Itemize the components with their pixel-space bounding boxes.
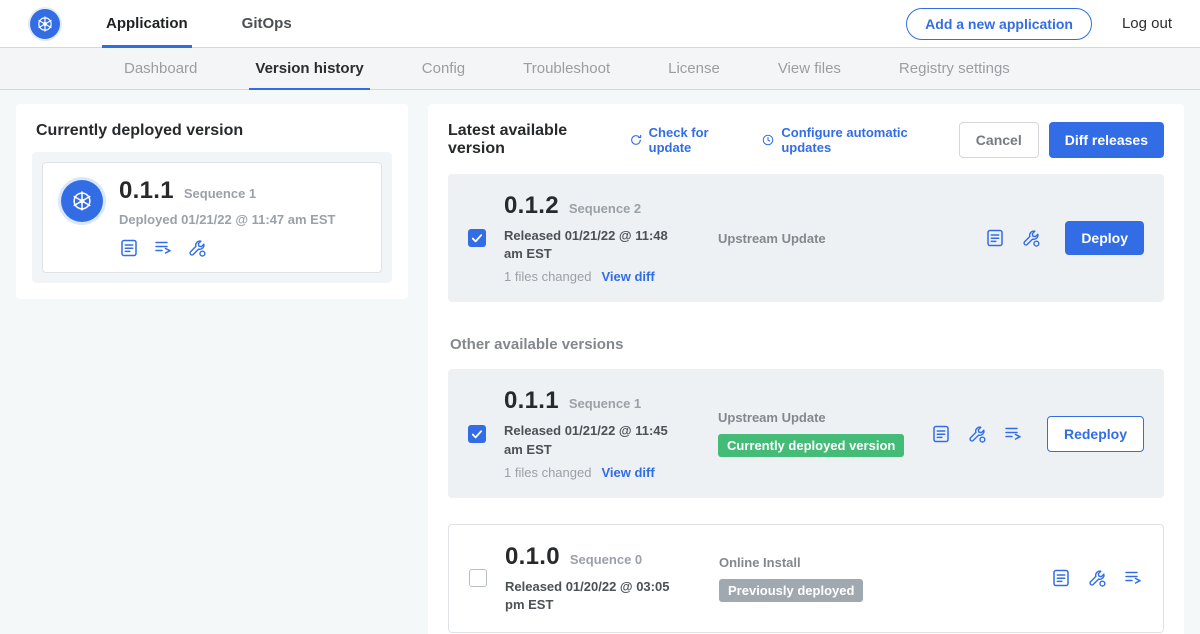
view-logs-icon[interactable]: [1003, 424, 1023, 444]
subnav-view-files[interactable]: View files: [772, 48, 847, 89]
subnav-registry-settings[interactable]: Registry settings: [893, 48, 1016, 89]
configure-automatic-updates-label: Configure automatic updates: [781, 125, 938, 155]
version-number: 0.1.2: [504, 192, 559, 220]
check-for-update-link[interactable]: Check for update: [629, 125, 742, 155]
configure-automatic-updates-link[interactable]: Configure automatic updates: [761, 125, 938, 155]
check-for-update-label: Check for update: [649, 125, 742, 155]
topnav-tabs: Application GitOps: [102, 0, 342, 47]
version-checkbox[interactable]: [468, 229, 486, 247]
version-source-label: Upstream Update: [718, 410, 931, 425]
edit-config-icon[interactable]: [187, 238, 207, 258]
version-checkbox[interactable]: [468, 425, 486, 443]
sequence-label: Sequence 0: [570, 552, 642, 567]
top-navbar: Application GitOps Add a new application…: [0, 0, 1200, 48]
latest-version-header: Latest available version Check for updat…: [448, 122, 1164, 158]
deployed-sequence-label: Sequence 1: [184, 186, 256, 201]
release-notes-icon[interactable]: [985, 228, 1005, 248]
currently-deployed-panel: Currently deployed version 0.1.1 Sequenc…: [16, 104, 408, 299]
view-logs-icon[interactable]: [153, 238, 173, 258]
deployed-version-box: 0.1.1 Sequence 1 Deployed 01/21/22 @ 11:…: [32, 152, 392, 283]
diff-releases-button[interactable]: Diff releases: [1049, 122, 1164, 158]
edit-config-icon[interactable]: [1087, 568, 1107, 588]
clock-icon: [761, 132, 775, 148]
version-row: 0.1.1 Sequence 1 Released 01/21/22 @ 11:…: [448, 369, 1164, 497]
main-content: Currently deployed version 0.1.1 Sequenc…: [0, 90, 1200, 633]
subnav-version-history[interactable]: Version history: [249, 48, 369, 89]
view-diff-link[interactable]: View diff: [601, 465, 654, 480]
version-number: 0.1.1: [504, 387, 559, 415]
version-source-label: Online Install: [719, 555, 1051, 570]
version-checkbox[interactable]: [469, 569, 487, 587]
app-subnav: Dashboard Version history Config Trouble…: [0, 48, 1200, 90]
version-number: 0.1.0: [505, 543, 560, 571]
currently-deployed-badge: Currently deployed version: [718, 434, 904, 457]
release-notes-icon[interactable]: [1051, 568, 1071, 588]
sequence-label: Sequence 2: [569, 201, 641, 216]
tab-gitops[interactable]: GitOps: [238, 0, 296, 47]
version-source-label: Upstream Update: [718, 231, 985, 246]
previously-deployed-badge: Previously deployed: [719, 579, 863, 602]
edit-config-icon[interactable]: [967, 424, 987, 444]
deployed-timestamp: Deployed 01/21/22 @ 11:47 am EST: [119, 212, 335, 227]
deployed-version-number: 0.1.1: [119, 177, 174, 205]
release-notes-icon[interactable]: [119, 238, 139, 258]
deployed-version-card: 0.1.1 Sequence 1 Deployed 01/21/22 @ 11:…: [42, 162, 382, 273]
kubernetes-logo-icon: [30, 9, 60, 39]
version-history-panel: Latest available version Check for updat…: [428, 104, 1184, 634]
version-row: 0.1.2 Sequence 2 Released 01/21/22 @ 11:…: [448, 174, 1164, 302]
edit-config-icon[interactable]: [1021, 228, 1041, 248]
redeploy-button[interactable]: Redeploy: [1047, 416, 1144, 452]
view-logs-icon[interactable]: [1123, 568, 1143, 588]
subnav-config[interactable]: Config: [416, 48, 471, 89]
logout-link[interactable]: Log out: [1122, 15, 1172, 32]
released-timestamp: Released 01/20/22 @ 03:05 pm EST: [505, 578, 687, 614]
latest-version-title: Latest available version: [448, 122, 607, 158]
subnav-troubleshoot[interactable]: Troubleshoot: [517, 48, 616, 89]
files-changed-label: 1 files changed: [504, 269, 591, 284]
released-timestamp: Released 01/21/22 @ 11:48 am EST: [504, 227, 686, 263]
deploy-button[interactable]: Deploy: [1065, 221, 1144, 255]
cancel-button[interactable]: Cancel: [959, 122, 1039, 158]
deployed-panel-title: Currently deployed version: [36, 122, 392, 140]
release-notes-icon[interactable]: [931, 424, 951, 444]
released-timestamp: Released 01/21/22 @ 11:45 am EST: [504, 422, 686, 458]
view-diff-link[interactable]: View diff: [601, 269, 654, 284]
refresh-icon: [629, 132, 643, 148]
sequence-label: Sequence 1: [569, 396, 641, 411]
subnav-license[interactable]: License: [662, 48, 726, 89]
add-application-button[interactable]: Add a new application: [906, 8, 1092, 40]
app-kubernetes-icon: [61, 180, 103, 222]
files-changed-label: 1 files changed: [504, 465, 591, 480]
subnav-dashboard[interactable]: Dashboard: [118, 48, 203, 89]
tab-application[interactable]: Application: [102, 0, 192, 47]
version-row: 0.1.0 Sequence 0 Released 01/20/22 @ 03:…: [448, 524, 1164, 633]
other-versions-title: Other available versions: [450, 336, 1164, 353]
